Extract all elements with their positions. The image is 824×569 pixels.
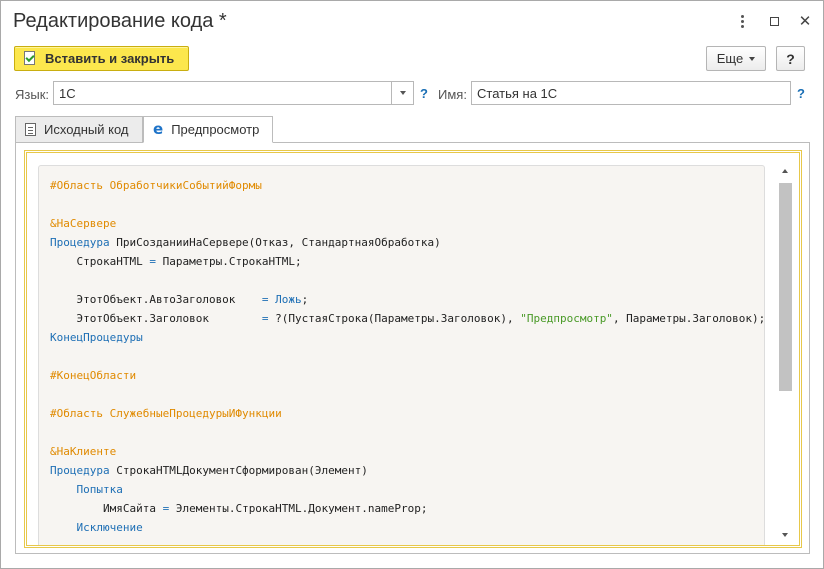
code-line: Попытка bbox=[50, 480, 764, 499]
insert-and-close-label: Вставить и закрыть bbox=[45, 51, 175, 66]
code-token: ПриСозданииНаСервере(Отказ, СтандартнаяО… bbox=[109, 236, 441, 249]
code-token: #Область ОбработчикиСобытийФормы bbox=[50, 179, 262, 192]
code-token: Процедура bbox=[50, 236, 110, 249]
language-dropdown-button[interactable] bbox=[391, 81, 414, 105]
code-line: ИмяСайта = Элементы.СтрокаHTML.Документ.… bbox=[50, 499, 764, 518]
code-line: #Область СлужебныеПроцедурыИФункции bbox=[50, 404, 764, 423]
more-button[interactable]: Еще bbox=[706, 46, 766, 71]
language-field[interactable]: 1С bbox=[53, 81, 392, 105]
tab-preview[interactable]: e Предпросмотр bbox=[143, 116, 273, 143]
code-token: КонецПроцедуры bbox=[50, 331, 143, 344]
tab-source-code-label: Исходный код bbox=[44, 122, 129, 137]
code-line: КонецПроцедуры bbox=[50, 328, 764, 347]
code-block: #Область ОбработчикиСобытийФормы &НаСерв… bbox=[38, 165, 765, 545]
code-token: = bbox=[261, 293, 269, 306]
window-title: Редактирование кода * bbox=[13, 10, 227, 32]
more-button-label: Еще bbox=[716, 51, 744, 66]
code-line: #Область ОбработчикиСобытийФормы bbox=[50, 176, 764, 195]
preview-panel: #Область ОбработчикиСобытийФормы &НаСерв… bbox=[15, 142, 810, 554]
more-actions-icon[interactable] bbox=[733, 12, 751, 30]
tab-source-code[interactable]: Исходный код bbox=[15, 116, 143, 143]
scroll-down-arrow-icon[interactable] bbox=[778, 529, 792, 541]
code-token: ЭтотОбъект.Заголовок bbox=[50, 312, 262, 325]
chevron-down-icon bbox=[399, 91, 406, 95]
insert-and-close-button[interactable]: Вставить и закрыть bbox=[14, 46, 189, 71]
code-token: ?(ПустаяСтрока(Параметры.Заголовок), bbox=[268, 312, 521, 325]
maximize-icon[interactable] bbox=[765, 12, 783, 30]
code-line: Процедура ПриСозданииНаСервере(Отказ, Ст… bbox=[50, 233, 764, 252]
code-token: СтрокаHTMLДокументСформирован(Элемент) bbox=[109, 464, 368, 477]
source-code-icon bbox=[25, 123, 36, 136]
code-token: ИмяСайта bbox=[50, 502, 163, 515]
code-line: &НаСервере bbox=[50, 214, 764, 233]
chevron-down-icon bbox=[749, 56, 756, 61]
scroll-up-arrow-icon[interactable] bbox=[778, 165, 792, 177]
code-token: #Область СлужебныеПроцедурыИФункции bbox=[50, 407, 282, 420]
tab-preview-label: Предпросмотр bbox=[171, 122, 260, 137]
code-token: = bbox=[149, 255, 156, 268]
preview-frame: #Область ОбработчикиСобытийФормы &НаСерв… bbox=[24, 150, 802, 548]
code-token: СтрокаHTML bbox=[50, 255, 150, 268]
close-icon[interactable]: ✕ bbox=[796, 12, 814, 30]
code-line: Исключение bbox=[50, 518, 764, 537]
title-bar: Редактирование кода * ✕ bbox=[1, 1, 823, 41]
document-check-icon bbox=[23, 50, 37, 67]
name-label: Имя: bbox=[438, 87, 467, 102]
language-help-link[interactable]: ? bbox=[420, 86, 428, 101]
vertical-scrollbar[interactable] bbox=[778, 165, 792, 541]
language-label: Язык: bbox=[15, 87, 49, 102]
code-content: #Область ОбработчикиСобытийФормы &НаСерв… bbox=[50, 176, 765, 537]
code-line: &НаКлиенте bbox=[50, 442, 764, 461]
code-line: Процедура СтрокаHTMLДокументСформирован(… bbox=[50, 461, 764, 480]
code-line: ЭтотОбъект.АвтоЗаголовок = Ложь; bbox=[50, 290, 764, 309]
code-token: = bbox=[261, 312, 269, 325]
code-token: Процедура bbox=[50, 464, 110, 477]
code-token: ЭтотОбъект.АвтоЗаголовок bbox=[50, 293, 262, 306]
code-token: &НаСервере bbox=[50, 217, 117, 230]
scrollbar-thumb[interactable] bbox=[779, 183, 792, 391]
code-token: Попытка bbox=[76, 483, 123, 496]
code-token: #КонецОбласти bbox=[50, 369, 137, 382]
code-token: "Предпросмотр" bbox=[520, 312, 613, 325]
name-field[interactable]: Статья на 1С bbox=[471, 81, 791, 105]
code-token: &НаКлиенте bbox=[50, 445, 117, 458]
help-button[interactable]: ? bbox=[776, 46, 805, 71]
edge-browser-icon: e bbox=[153, 120, 164, 138]
code-token: Ложь bbox=[275, 293, 302, 306]
code-token: Исключение bbox=[76, 521, 143, 534]
code-line: ЭтотОбъект.Заголовок = ?(ПустаяСтрока(Па… bbox=[50, 309, 765, 328]
code-line: СтрокаHTML = Параметры.СтрокаHTML; bbox=[50, 252, 764, 271]
code-token: ; bbox=[301, 293, 309, 306]
code-token: Параметры.СтрокаHTML; bbox=[155, 255, 302, 268]
name-help-link[interactable]: ? bbox=[797, 86, 805, 101]
code-editor-window: Редактирование кода * ✕ Вставить и закры… bbox=[0, 0, 824, 569]
code-line: #КонецОбласти bbox=[50, 366, 764, 385]
code-token: , Параметры.Заголовок); bbox=[612, 312, 765, 325]
code-token: Элементы.СтрокаHTML.Документ.nameProp; bbox=[169, 502, 428, 515]
